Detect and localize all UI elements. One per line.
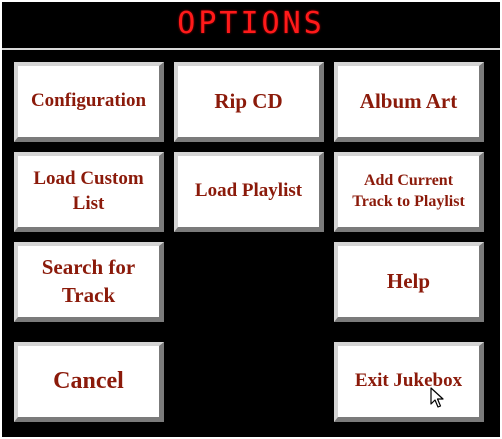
search-for-track-button-label: Search for Track <box>41 255 136 307</box>
load-custom-list-button[interactable]: Load Custom List <box>14 152 164 232</box>
help-button[interactable]: Help <box>334 242 484 322</box>
album-art-button[interactable]: Album Art <box>334 62 484 142</box>
add-current-track-button[interactable]: Add Current Track to Playlist <box>334 152 484 232</box>
configuration-button-label: Configuration <box>30 90 147 112</box>
add-current-track-button-label: Add Current Track to Playlist <box>352 171 465 210</box>
configuration-button[interactable]: Configuration <box>14 62 164 142</box>
help-button-label: Help <box>386 268 431 293</box>
load-playlist-button-label: Load Playlist <box>194 180 303 202</box>
arrow-cursor-icon <box>430 387 444 408</box>
load-playlist-button[interactable]: Load Playlist <box>174 152 324 232</box>
exit-jukebox-button-label: Exit Jukebox <box>354 370 463 392</box>
exit-jukebox-button[interactable]: Exit Jukebox <box>334 342 484 422</box>
rip-cd-button[interactable]: Rip CD <box>174 62 324 142</box>
album-art-button-label: Album Art <box>359 88 458 113</box>
dialog-title: OPTIONS <box>177 6 325 41</box>
cancel-button-label: Cancel <box>53 367 124 394</box>
search-for-track-button[interactable]: Search for Track <box>14 242 164 322</box>
title-bar: OPTIONS <box>2 2 500 50</box>
rip-cd-button-label: Rip CD <box>214 88 283 113</box>
options-dialog: OPTIONS Configuration Rip CD Album Art L… <box>0 0 502 439</box>
load-custom-list-button-label: Load Custom List <box>33 167 144 214</box>
cancel-button[interactable]: Cancel <box>14 342 164 422</box>
